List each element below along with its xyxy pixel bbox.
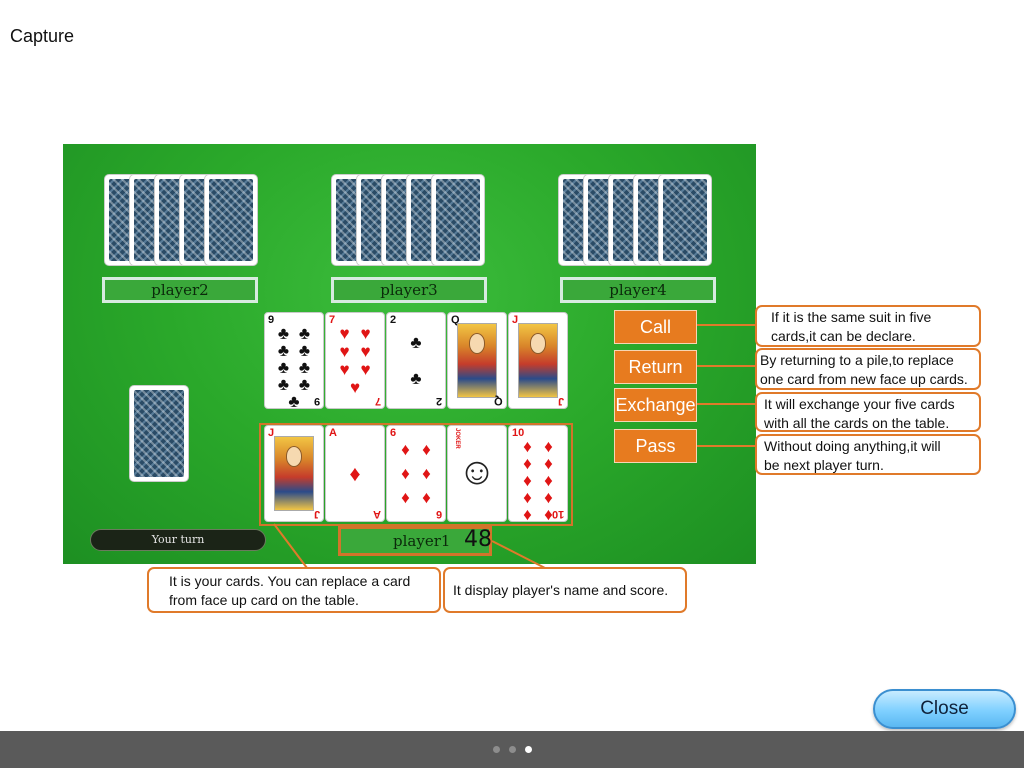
page-dot-2[interactable]: [509, 746, 516, 753]
return-callout-line1: By returning to a pile,to replace: [760, 352, 954, 368]
hand-callout: It is your cards. You can replace a card…: [147, 567, 441, 613]
page-dot-3-active[interactable]: [525, 746, 532, 753]
pass-callout: Without doing anything,it will be next p…: [755, 434, 981, 475]
exchange-callout-line2: with all the cards on the table.: [764, 415, 950, 431]
score-callout: It display player's name and score.: [443, 567, 687, 613]
return-callout: By returning to a pile,to replace one ca…: [755, 348, 981, 390]
hand-callout-line2: from face up card on the table.: [169, 592, 359, 608]
exchange-callout-line1: It will exchange your five cards: [764, 396, 955, 412]
pass-callout-line2: be next player turn.: [764, 457, 884, 473]
call-callout-line1: If it is the same suit in five: [771, 309, 932, 325]
exchange-callout: It will exchange your five cards with al…: [755, 392, 981, 432]
bottom-bar: [0, 731, 1024, 768]
call-callout: If it is the same suit in five cards,it …: [755, 305, 981, 347]
call-callout-line2: cards,it can be declare.: [771, 328, 916, 344]
hand-callout-line1: It is your cards. You can replace a card: [169, 573, 411, 589]
return-callout-line2: one card from new face up cards.: [760, 371, 968, 387]
pass-callout-line1: Without doing anything,it will: [764, 438, 941, 454]
page-dot-1[interactable]: [493, 746, 500, 753]
close-button[interactable]: Close: [873, 689, 1016, 729]
